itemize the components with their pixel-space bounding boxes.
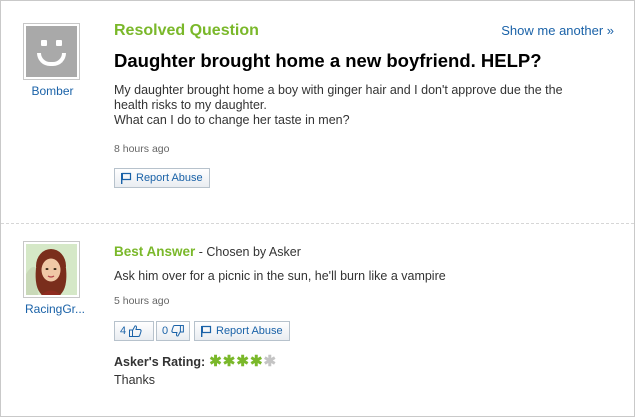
thumbs-down-count: 0: [162, 325, 169, 337]
section-divider: [1, 223, 634, 224]
question-timestamp: 8 hours ago: [114, 143, 170, 155]
star-icon: ✱: [263, 353, 277, 370]
thumbs-up-icon: [129, 325, 142, 337]
answerer-avatar[interactable]: [23, 241, 80, 298]
rating-comment: Thanks: [114, 373, 155, 387]
star-icon: ✱: [209, 353, 222, 370]
answerer-avatar-image: [26, 244, 77, 295]
section-title: Resolved Question: [114, 22, 259, 39]
thumbs-up-button[interactable]: 4: [114, 321, 154, 341]
asker-name[interactable]: Bomber: [15, 84, 90, 98]
thumbs-down-button[interactable]: 0: [156, 321, 190, 341]
rating-stars: ✱ ✱ ✱ ✱ ✱: [209, 353, 277, 370]
question-body: My daughter brought home a boy with ging…: [114, 83, 594, 128]
answer-timestamp: 5 hours ago: [114, 295, 170, 307]
flag-icon: [201, 325, 212, 337]
show-another-link[interactable]: Show me another »: [501, 23, 614, 38]
star-icon: ✱: [249, 353, 263, 370]
thumbs-up-count: 4: [120, 325, 127, 337]
star-icon: ✱: [236, 353, 249, 370]
star-icon: ✱: [222, 353, 236, 370]
answerer-name[interactable]: RacingGr...: [15, 302, 95, 316]
report-abuse-label: Report Abuse: [216, 325, 283, 337]
asker-avatar[interactable]: [23, 23, 80, 80]
answer-report-abuse-button[interactable]: Report Abuse: [194, 321, 290, 341]
report-abuse-button[interactable]: Report Abuse: [114, 168, 210, 188]
best-answer-heading: Best Answer - Chosen by Asker: [114, 243, 301, 261]
smiley-avatar-icon: [26, 26, 77, 77]
flag-icon: [121, 172, 132, 184]
best-answer-label: Best Answer: [114, 244, 196, 259]
askers-rating: Asker's Rating: ✱ ✱ ✱ ✱ ✱: [114, 353, 277, 370]
answer-text: Ask him over for a picnic in the sun, he…: [114, 269, 446, 283]
question-body-line: My daughter brought home a boy with ging…: [114, 83, 563, 112]
chosen-by-label: - Chosen by Asker: [195, 245, 301, 259]
question-body-line: What can I do to change her taste in men…: [114, 113, 350, 127]
report-abuse-label: Report Abuse: [136, 172, 203, 184]
rating-label: Asker's Rating:: [114, 355, 206, 369]
thumbs-down-icon: [171, 325, 184, 337]
qa-panel: Bomber Resolved Question Show me another…: [0, 0, 635, 417]
question-title: Daughter brought home a new boyfriend. H…: [114, 50, 542, 71]
